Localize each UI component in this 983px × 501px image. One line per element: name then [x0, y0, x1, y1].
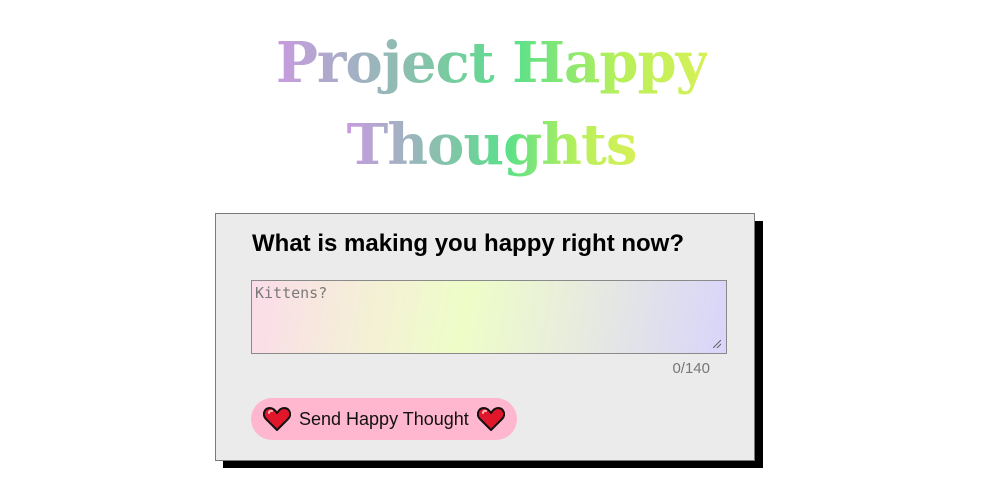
send-happy-thought-button[interactable]: Send Happy Thought — [251, 398, 517, 440]
page: Project Happy Thoughts What is making yo… — [0, 0, 983, 501]
send-button-label: Send Happy Thought — [299, 408, 469, 429]
form-question: What is making you happy right now? — [252, 230, 685, 257]
page-title: Project Happy Thoughts — [0, 22, 983, 186]
char-counter: 0/140 — [672, 360, 710, 377]
title-line-1: Project Happy — [276, 22, 708, 104]
heart-icon — [263, 407, 291, 431]
heart-icon — [476, 407, 505, 431]
resize-handle[interactable] — [713, 340, 721, 348]
title-line-2: Thoughts — [347, 104, 638, 186]
thought-input[interactable] — [251, 280, 727, 354]
thought-form-card: What is making you happy right now? 0/14… — [215, 213, 755, 461]
